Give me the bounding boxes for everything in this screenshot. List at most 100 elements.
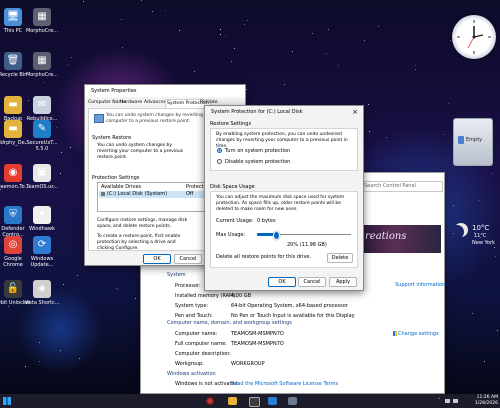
pd-apply-button[interactable]: Apply xyxy=(329,277,357,287)
desktop-icon-glyph-icon: ⟳ xyxy=(33,236,51,254)
disk-usage-group: You can adjust the maximum disk space us… xyxy=(210,191,358,268)
desktop-icon-glyph-icon: ✎ xyxy=(33,120,51,138)
tab-advanced[interactable]: Advanced xyxy=(143,99,168,107)
current-usage-value: 0 bytes xyxy=(257,218,276,224)
windows-logo-icon xyxy=(3,397,11,405)
disable-radio[interactable] xyxy=(217,159,222,164)
star xyxy=(71,57,72,58)
desktop-icon-glyph-icon: ◉ xyxy=(4,164,22,182)
desktop-icon[interactable]: ▦ MorphoCre... xyxy=(23,52,61,78)
support-information-link[interactable]: Support information xyxy=(395,282,445,288)
star xyxy=(369,131,370,132)
desktop-icon[interactable]: ▣ TeamOS.ur... xyxy=(23,164,61,190)
star xyxy=(39,342,40,343)
taskbar-mail[interactable] xyxy=(268,397,277,405)
slider-thumb[interactable] xyxy=(272,231,280,240)
computer-row-label: Computer description: xyxy=(175,351,231,357)
license-terms-link[interactable]: Read the Microsoft Software License Term… xyxy=(231,381,338,387)
section-activation-heading: Windows activation xyxy=(167,371,216,377)
taskbar-app-1[interactable] xyxy=(205,396,215,406)
desktop-icon[interactable]: ✦ Windhawk xyxy=(23,206,61,232)
moon-icon xyxy=(450,225,464,239)
restore-icon xyxy=(94,114,104,123)
search-input[interactable]: Search Control Panel xyxy=(364,183,416,189)
taskbar-store[interactable] xyxy=(249,397,260,407)
desktop-icon[interactable]: ◈ Vista Shortc... xyxy=(23,280,61,306)
create-text: To create a restore point, first enable … xyxy=(97,234,181,251)
star xyxy=(68,64,69,65)
sp-cancel-button[interactable]: Cancel xyxy=(174,254,202,264)
star xyxy=(220,34,221,35)
system-row-value: 64-bit Operating System, x64-based proce… xyxy=(231,303,348,309)
desktop-icon-glyph-icon: 🔓 xyxy=(4,280,22,298)
weather-range: 11°C xyxy=(474,233,487,239)
desktop-icon[interactable]: ▦ MorphoCre... xyxy=(23,8,61,34)
desktop-icon[interactable]: ⟳ Windows Update... xyxy=(23,236,61,268)
empty-gadget-label: Empty xyxy=(466,137,483,143)
desktop-wallpaper: 🖥 This PC ▦ MorphoCre... 🗑 Recycle Bin ▦ Morpho… xyxy=(0,0,500,394)
empty-gadget[interactable]: Empty xyxy=(453,118,493,166)
drive-icon xyxy=(101,192,105,196)
star xyxy=(492,173,493,174)
protection-titlebar: System Protection for (C:) Local Disk × xyxy=(205,106,363,118)
taskbar-explorer[interactable] xyxy=(228,397,237,405)
desktop-icon[interactable]: ✎ SecureUxT... 5.5.0 xyxy=(23,120,61,152)
pd-cancel-button[interactable]: Cancel xyxy=(298,277,326,287)
volume-icon[interactable] xyxy=(453,399,458,403)
star xyxy=(472,313,473,314)
start-button[interactable] xyxy=(2,396,12,406)
weather-gadget[interactable]: 10°C 11°C New York xyxy=(450,222,496,250)
star xyxy=(497,330,498,331)
desktop-icon-glyph-icon: ▦ xyxy=(33,52,51,70)
star xyxy=(378,26,379,27)
computer-row-value: TEAMOSM-MSMPN7O xyxy=(231,341,284,347)
desktop-icon-label: Windhawk xyxy=(29,226,55,232)
change-settings-link[interactable]: Change settings xyxy=(393,331,439,337)
max-usage-slider[interactable] xyxy=(257,231,351,240)
star xyxy=(292,51,293,52)
max-usage-value: 20% (11.98 GB) xyxy=(287,242,327,248)
tab-hardware[interactable]: Hardware xyxy=(119,99,143,107)
star xyxy=(60,350,61,351)
sp-ok-button[interactable]: OK xyxy=(143,254,171,264)
search-box[interactable]: Search Control Panel xyxy=(359,181,443,192)
star xyxy=(179,30,180,31)
turn-on-radio[interactable] xyxy=(217,148,222,153)
pd-ok-button[interactable]: OK xyxy=(268,277,296,287)
desktop-icon[interactable]: ✉ RebuildIco... xyxy=(23,96,61,122)
star xyxy=(121,19,122,20)
desktop-icon-glyph-icon: 🖥 xyxy=(4,8,22,26)
desktop-icon-glyph-icon: ▬ xyxy=(4,96,22,114)
taskbar-settings[interactable] xyxy=(288,397,297,405)
disk-usage-label: Disk Space Usage xyxy=(210,184,255,190)
protection-title: System Protection for (C:) Local Disk xyxy=(211,109,303,115)
star xyxy=(312,33,313,34)
network-icon[interactable] xyxy=(445,399,450,403)
star xyxy=(61,152,62,153)
chevron-up-icon[interactable]: ˄ xyxy=(438,398,441,404)
system-row-value: No Pen or Touch Input is available for t… xyxy=(231,313,355,319)
taskbar-date: 1/28/2026 xyxy=(474,401,498,406)
empty-gadget-icon xyxy=(458,136,464,144)
taskbar-clock[interactable]: 11:26 AM 1/28/2026 xyxy=(468,395,498,407)
system-row-label: System type: xyxy=(175,303,209,309)
restore-settings-group: By enabling system protection, you can u… xyxy=(210,128,358,171)
clock-gadget[interactable] xyxy=(452,15,496,59)
desktop-icon-label: MorphoCre... xyxy=(25,72,59,78)
delete-text: Delete all restore points for this drive… xyxy=(216,254,312,260)
star xyxy=(194,71,195,72)
section-computer-heading: Computer name, domain, and workgroup set… xyxy=(167,320,292,326)
star xyxy=(495,256,496,257)
star xyxy=(135,298,136,299)
close-button[interactable]: × xyxy=(347,106,363,118)
banner-text: reations xyxy=(365,231,407,242)
star xyxy=(152,11,153,12)
star xyxy=(165,10,166,11)
star xyxy=(284,84,285,85)
delete-button[interactable]: Delete xyxy=(327,253,353,263)
desktop-icon-label: Windows Update... xyxy=(30,256,54,268)
system-protection-dialog: System Protection for (C:) Local Disk × … xyxy=(204,105,364,291)
star xyxy=(444,134,445,135)
activation-status: Windows is not activated. xyxy=(175,381,240,387)
star xyxy=(479,200,480,201)
